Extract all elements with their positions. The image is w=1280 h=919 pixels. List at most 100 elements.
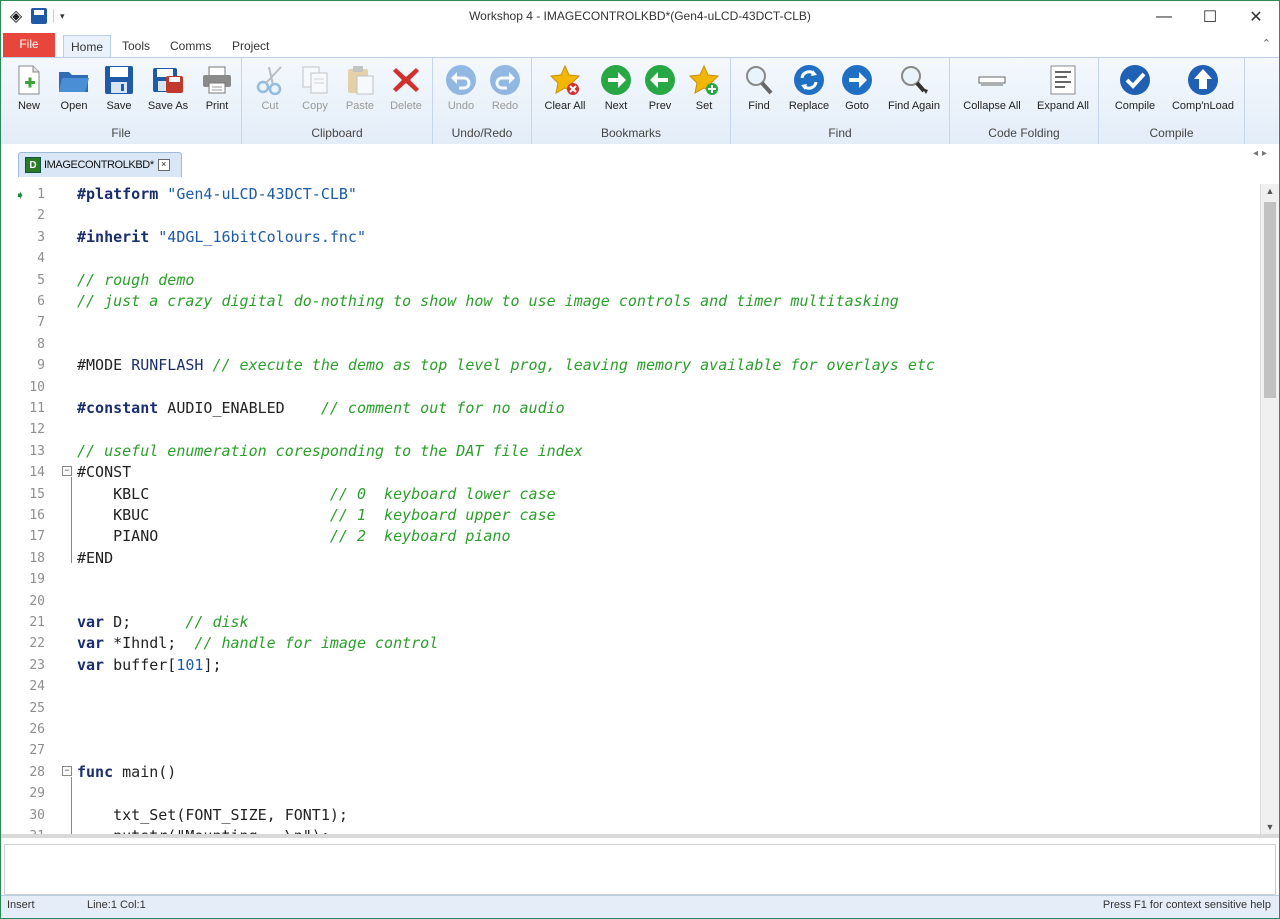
line-number: 12 [29, 422, 45, 438]
find-button[interactable]: Find [741, 62, 777, 120]
code-token: "Gen4-uLCD-43DCT-CLB" [158, 185, 357, 203]
prev-bookmark-button[interactable]: Prev [642, 62, 678, 120]
line-number: 17 [29, 529, 45, 545]
paste-button[interactable]: Paste [342, 62, 378, 120]
doc-tab-close-icon[interactable]: × [157, 159, 170, 171]
code-line-21: var D; // disk [77, 612, 249, 633]
code-line-18: #END [77, 548, 114, 567]
line-number: 30 [29, 807, 45, 823]
tab-home[interactable]: Home [63, 35, 112, 58]
set-label: Set [695, 100, 713, 112]
maximize-button[interactable]: ☐ [1187, 1, 1233, 33]
replace-button[interactable]: Replace [787, 62, 831, 120]
copy-button[interactable]: Copy [298, 62, 332, 120]
tab-project[interactable]: Project [225, 35, 276, 57]
code-token: buffer[ [104, 655, 177, 674]
compile-and-load-label: Comp'nLoad [1171, 100, 1235, 112]
code-token: var [77, 655, 105, 674]
line-number-gutter: ➧ 1 2 3 4 5 6 7 8 9 10 11 12 13 14 15 16 17 18 19 20 21 22 23 2… [1, 184, 59, 834]
line-number: 7 [37, 315, 45, 331]
next-arrow-icon [600, 64, 632, 96]
printer-icon [201, 64, 233, 96]
set-bookmark-button[interactable]: Set [686, 62, 722, 120]
tab-comms[interactable]: Comms [163, 35, 218, 57]
group-compile: Compile Comp'nLoad Compile [1099, 58, 1245, 144]
line-number: 2 [37, 208, 45, 224]
ribbon: New Open Save Save As Print File Cut Cop… [1, 57, 1279, 145]
delete-button[interactable]: Delete [386, 62, 426, 120]
code-token: // disk [185, 613, 249, 631]
delete-label: Delete [390, 100, 422, 112]
scrollbar-thumb[interactable] [1264, 202, 1276, 398]
scroll-up-icon[interactable]: ▲ [1261, 186, 1279, 196]
find-label: Find [748, 100, 770, 112]
group-code-folding: Collapse All Expand All Code Folding [950, 58, 1099, 144]
group-find: Find Replace Goto Find Again Find [731, 58, 950, 144]
code-line-15: KBLC // 0 keyboard lower case [77, 484, 556, 505]
print-button[interactable]: Print [199, 62, 235, 120]
line-number: 5 [37, 272, 45, 288]
scroll-down-icon[interactable]: ▼ [1261, 822, 1279, 832]
collapse-all-button[interactable]: Collapse All [960, 62, 1024, 120]
line-number: 20 [29, 593, 45, 609]
clear-all-bookmarks-button[interactable]: Clear All [540, 62, 590, 120]
code-editor[interactable]: ➧ 1 2 3 4 5 6 7 8 9 10 11 12 13 14 15 16 17 18 19 20 21 22 23 2… [1, 184, 1279, 834]
line-number: 22 [29, 636, 45, 652]
editor-vertical-scrollbar[interactable]: ▲ ▼ [1260, 184, 1279, 834]
minimize-button[interactable]: — [1141, 1, 1187, 33]
close-button[interactable]: ✕ [1233, 1, 1279, 33]
new-file-icon [13, 64, 45, 96]
next-bookmark-button[interactable]: Next [598, 62, 634, 120]
line-number: 8 [37, 336, 45, 352]
find-again-icon [898, 64, 930, 96]
find-again-button[interactable]: Find Again [883, 62, 945, 120]
line-number: 1 [37, 187, 45, 202]
replace-label: Replace [788, 100, 830, 112]
tab-tools[interactable]: Tools [115, 35, 157, 57]
scissors-icon [254, 64, 286, 96]
line-number: 9 [37, 358, 45, 374]
code-token: ]; [203, 655, 222, 674]
compile-button[interactable]: Compile [1109, 62, 1161, 120]
output-box [4, 844, 1276, 895]
tab-scroll-arrows-icon[interactable]: ◂▸ [1253, 148, 1271, 159]
save-disk-icon [103, 64, 135, 96]
line-number: 16 [29, 508, 45, 523]
save-button[interactable]: Save [101, 62, 137, 120]
code-token: // comment out for no audio [320, 399, 565, 417]
expand-all-button[interactable]: Expand All [1032, 62, 1094, 120]
open-button[interactable]: Open [55, 62, 93, 120]
group-clipboard-label: Clipboard [311, 126, 363, 140]
tab-file[interactable]: File [3, 33, 55, 57]
code-token: #constant [77, 399, 159, 417]
save-as-button[interactable]: Save As [145, 62, 191, 120]
expand-lines-icon [1047, 64, 1079, 96]
output-pane[interactable] [1, 834, 1279, 899]
new-button[interactable]: New [11, 62, 47, 120]
doc-tab-imagecontrolkbd[interactable]: D IMAGECONTROLKBD* × [18, 152, 182, 177]
code-line-16: KBUC // 1 keyboard upper case [77, 505, 556, 526]
code-token: #platform [77, 185, 159, 203]
upload-arrow-icon [1187, 64, 1219, 96]
goto-button[interactable]: Goto [839, 62, 875, 120]
compile-label: Compile [1114, 100, 1156, 112]
code-token: // 0 keyboard lower case [329, 484, 556, 503]
undo-button[interactable]: Undo [443, 62, 479, 120]
line-number: 27 [29, 743, 45, 759]
clear-all-label: Clear All [544, 100, 586, 112]
fold-toggle-icon[interactable]: − [62, 766, 72, 776]
undo-arrow-icon [445, 64, 477, 96]
redo-button[interactable]: Redo [487, 62, 523, 120]
cut-button[interactable]: Cut [254, 62, 286, 120]
compile-check-icon [1119, 64, 1151, 96]
line-number: 31 [1, 826, 45, 834]
group-file: New Open Save Save As Print File [1, 58, 242, 144]
redo-arrow-icon [489, 64, 521, 96]
expand-all-label: Expand All [1037, 100, 1089, 112]
code-token: // 1 keyboard upper case [329, 506, 556, 524]
fold-toggle-icon[interactable]: − [62, 466, 72, 476]
cursor-position: Line:1 Col:1 [87, 899, 146, 911]
ribbon-collapse-icon[interactable]: ⌃ [1262, 37, 1271, 50]
compile-and-load-button[interactable]: Comp'nLoad [1167, 62, 1239, 120]
code-line-13: // useful enumeration coresponding to th… [77, 441, 583, 460]
